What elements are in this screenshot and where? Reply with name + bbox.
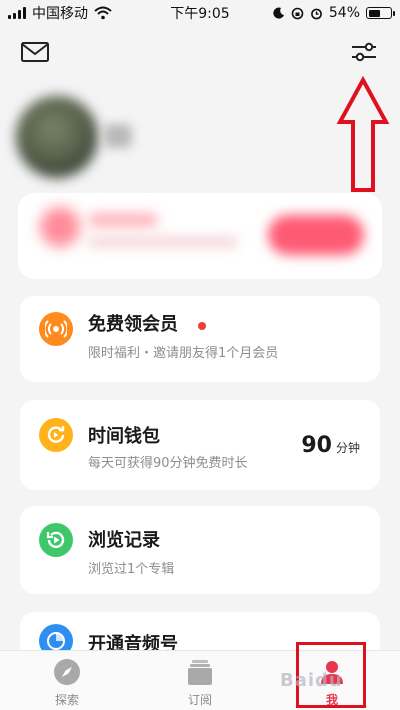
settings-sliders-icon[interactable] bbox=[349, 40, 379, 64]
history-play-icon bbox=[39, 523, 73, 557]
compass-icon bbox=[54, 659, 80, 685]
mail-icon[interactable] bbox=[20, 40, 50, 64]
menu-card-subtitle: 每天可获得90分钟免费时长 bbox=[88, 456, 248, 471]
menu-card-title: 时间钱包 bbox=[88, 426, 160, 447]
battery-fill bbox=[368, 9, 380, 17]
tab-label: 探索 bbox=[54, 693, 79, 707]
menu-card-browse-history[interactable]: 浏览记录 浏览过1个专辑 bbox=[20, 506, 380, 594]
watermark: Baidu bbox=[280, 670, 343, 691]
orientation-lock-icon bbox=[291, 7, 304, 19]
minutes-unit: 分钟 bbox=[335, 441, 360, 455]
menu-card-time-wallet[interactable]: 时间钱包 每天可获得90分钟免费时长 90 分钟 bbox=[20, 400, 380, 490]
tab-explore[interactable]: 探索 bbox=[27, 651, 107, 710]
promo-button[interactable] bbox=[268, 215, 364, 255]
broadcast-icon bbox=[39, 312, 73, 346]
status-bar: 中国移动 下午9:05 54% bbox=[0, 0, 400, 26]
clock-label: 下午9:05 bbox=[170, 6, 230, 22]
status-left: 中国移动 bbox=[8, 3, 112, 23]
minutes-number: 90 bbox=[301, 433, 332, 458]
stack-icon bbox=[188, 660, 212, 685]
menu-card-title: 免费领会员 bbox=[88, 314, 178, 335]
tab-label: 订阅 bbox=[187, 693, 212, 707]
promo-icon bbox=[40, 207, 80, 247]
free-minutes-value: 90 分钟 bbox=[301, 433, 360, 458]
menu-card-free-vip[interactable]: 免费领会员 限时福利・邀请朋友得1个月会员 bbox=[20, 296, 380, 382]
carrier-label: 中国移动 bbox=[32, 6, 88, 22]
nickname-blurred bbox=[104, 124, 132, 148]
wifi-icon bbox=[94, 6, 112, 20]
battery-icon bbox=[366, 7, 395, 19]
menu-card-title: 浏览记录 bbox=[88, 530, 160, 551]
avatar[interactable] bbox=[16, 96, 98, 178]
battery-percent: 54% bbox=[328, 5, 360, 21]
menu-card-subtitle: 限时福利・邀请朋友得1个月会员 bbox=[88, 346, 279, 361]
notification-dot bbox=[198, 322, 206, 330]
tab-subscribe[interactable]: 订阅 bbox=[160, 651, 240, 710]
menu-card-subtitle: 浏览过1个专辑 bbox=[88, 562, 175, 577]
vip-promo-card[interactable] bbox=[18, 193, 382, 279]
status-right: 54% bbox=[273, 5, 395, 21]
promo-subtitle-blurred bbox=[88, 237, 238, 247]
profile-header[interactable] bbox=[0, 86, 400, 196]
alarm-icon bbox=[310, 8, 322, 19]
moon-icon bbox=[273, 7, 284, 19]
promo-title-blurred bbox=[88, 213, 158, 227]
signal-icon bbox=[8, 7, 26, 19]
clock-refresh-icon bbox=[39, 418, 73, 452]
